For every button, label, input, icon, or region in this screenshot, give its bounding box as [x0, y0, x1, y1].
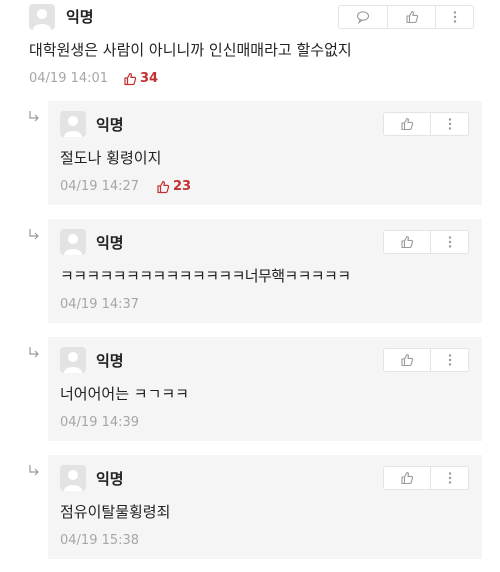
reply-actions	[383, 466, 469, 490]
thumbs-up-icon	[401, 117, 414, 131]
avatar[interactable]	[29, 4, 55, 30]
comment-author: 익명	[66, 8, 94, 26]
reply-card: 익명 ㅋㅋㅋㅋㅋㅋㅋㅋㅋㅋㅋㅋㅋㅋ너무핵ㅋㅋㅋㅋㅋ 04/19 14:37	[48, 219, 482, 323]
like-button[interactable]	[387, 6, 435, 28]
user-silhouette-icon	[64, 352, 82, 373]
reply-text: ㅋㅋㅋㅋㅋㅋㅋㅋㅋㅋㅋㅋㅋㅋ너무핵ㅋㅋㅋㅋㅋ	[60, 267, 351, 285]
thumbs-up-icon	[401, 471, 414, 485]
reply-timestamp: 04/19 14:37	[60, 297, 140, 312]
user-silhouette-icon	[64, 116, 82, 137]
reply-card: 익명 너어어어는 ㅋㄱㅋㅋ 04/19 14:39	[48, 337, 482, 441]
comment-actions	[338, 5, 474, 29]
thumbs-up-icon	[157, 180, 170, 194]
vertical-dots-icon	[448, 472, 451, 484]
like-count: 23	[156, 179, 191, 195]
like-button[interactable]	[384, 349, 430, 371]
user-silhouette-icon	[33, 9, 51, 30]
thumbs-up-icon	[401, 353, 414, 367]
vertical-dots-icon	[448, 236, 451, 248]
avatar[interactable]	[60, 347, 86, 373]
reply-arrow-icon	[29, 229, 39, 240]
thumbs-up-icon	[401, 235, 414, 249]
like-count-value: 34	[140, 71, 159, 86]
more-options-button[interactable]	[430, 231, 468, 253]
vertical-dots-icon	[453, 11, 456, 23]
reply-author: 익명	[96, 116, 124, 134]
reply-author: 익명	[96, 470, 124, 488]
reply-timestamp: 04/19 14:27	[60, 179, 140, 194]
reply-timestamp: 04/19 15:38	[60, 533, 140, 548]
reply-text: 절도나 횡령이지	[60, 149, 162, 167]
vertical-dots-icon	[448, 118, 451, 130]
comment: 익명 대학원생은 사람이 아니니까 인신매매라고 할수없지 04/19 14:0…	[0, 0, 500, 96]
like-button[interactable]	[384, 113, 430, 135]
user-silhouette-icon	[64, 470, 82, 491]
reply-actions	[383, 112, 469, 136]
avatar[interactable]	[60, 229, 86, 255]
comment-timestamp: 04/19 14:01	[29, 71, 109, 86]
more-options-button[interactable]	[435, 6, 473, 28]
like-count-value: 23	[173, 179, 192, 194]
more-options-button[interactable]	[430, 349, 468, 371]
reply-actions	[383, 348, 469, 372]
reply-author: 익명	[96, 352, 124, 370]
like-count: 34	[123, 71, 158, 87]
reply-card: 익명 점유이탈물횡령죄 04/19 15:38	[48, 455, 482, 559]
comment-text: 대학원생은 사람이 아니니까 인신매매라고 할수없지	[29, 41, 352, 59]
more-options-button[interactable]	[430, 467, 468, 489]
reply-arrow-icon	[29, 465, 39, 476]
reply-author: 익명	[96, 234, 124, 252]
reply-card: 익명 절도나 횡령이지 04/19 14:27 23	[48, 101, 482, 205]
avatar[interactable]	[60, 111, 86, 137]
like-button[interactable]	[384, 467, 430, 489]
reply-timestamp: 04/19 14:39	[60, 415, 140, 430]
thumbs-up-icon	[405, 10, 418, 24]
vertical-dots-icon	[448, 354, 451, 366]
reply-text: 점유이탈물횡령죄	[60, 503, 171, 521]
reply-actions	[383, 230, 469, 254]
user-silhouette-icon	[64, 234, 82, 255]
more-options-button[interactable]	[430, 113, 468, 135]
reply-arrow-icon	[29, 111, 39, 122]
avatar[interactable]	[60, 465, 86, 491]
reply-text: 너어어어는 ㅋㄱㅋㅋ	[60, 385, 189, 403]
speech-bubble-icon	[356, 11, 370, 24]
thumbs-up-icon	[124, 72, 137, 86]
reply-button[interactable]	[339, 6, 387, 28]
reply-arrow-icon	[29, 347, 39, 358]
like-button[interactable]	[384, 231, 430, 253]
